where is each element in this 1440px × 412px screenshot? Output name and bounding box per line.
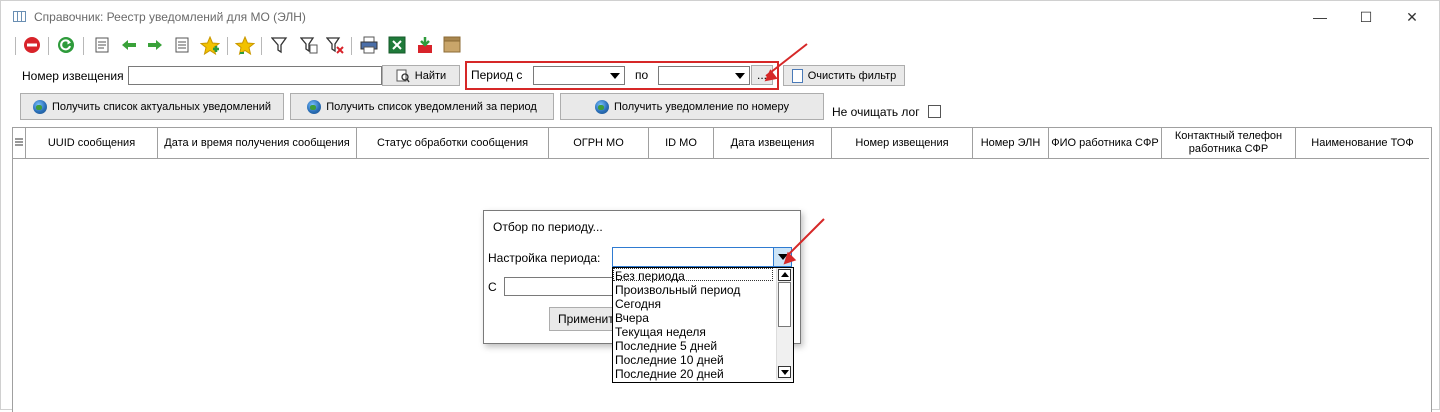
column-header[interactable]: Дата извещения (714, 128, 832, 159)
scroll-up-button[interactable] (778, 269, 791, 281)
clear-filter-icon (791, 68, 803, 83)
column-header[interactable]: Наименование ТОФ (1296, 128, 1429, 159)
minimize-button[interactable]: — (1297, 5, 1343, 29)
filter-edit-icon[interactable] (299, 36, 319, 56)
clear-filter-button[interactable]: Очистить фильтр (783, 65, 905, 86)
column-header[interactable]: Дата и время получения сообщения (158, 128, 357, 159)
globe-icon (594, 99, 609, 114)
column-header[interactable]: Статус обработки сообщения (357, 128, 549, 159)
toolbar (1, 33, 1439, 61)
highlight-box (465, 61, 779, 90)
column-header[interactable]: Номер ЭЛН (973, 128, 1049, 159)
toolbar-separator (83, 37, 84, 55)
window-title: Справочник: Реестр уведомлений для МО (Э… (34, 10, 306, 24)
toolbar-separator (351, 37, 352, 55)
period-setting-label: Настройка периода: (488, 251, 601, 265)
arrow-right-icon[interactable] (145, 36, 165, 56)
stop-icon[interactable] (22, 36, 42, 56)
from-date-label: С (488, 280, 497, 294)
get-period-notices-label: Получить список уведомлений за период (326, 100, 537, 113)
title-bar: Справочник: Реестр уведомлений для МО (Э… (1, 1, 1439, 33)
print-icon[interactable] (359, 36, 379, 56)
find-icon (396, 69, 410, 82)
list-item[interactable]: Последние 10 дней (615, 353, 724, 367)
notice-number-input[interactable] (128, 66, 382, 85)
period-setting-combo[interactable] (612, 247, 792, 267)
find-button-label: Найти (414, 69, 447, 82)
list-item[interactable]: Текущая неделя (615, 325, 706, 339)
find-button[interactable]: Найти (382, 65, 460, 86)
get-notice-by-number-button[interactable]: Получить уведомление по номеру (560, 93, 824, 120)
list-item[interactable]: Произвольный период (615, 283, 740, 297)
toolbar-separator (227, 37, 228, 55)
chevron-down-icon (781, 370, 789, 375)
list-item[interactable]: Последние 20 дней (615, 367, 724, 381)
globe-icon (307, 99, 322, 114)
scrollbar[interactable] (776, 268, 793, 380)
filter-clear-icon[interactable] (325, 36, 345, 56)
export-dbf-icon[interactable] (415, 36, 435, 56)
column-header[interactable]: UUID сообщения (26, 128, 158, 159)
period-options-list[interactable]: Без периода Произвольный период Сегодня … (612, 267, 794, 383)
globe-icon (32, 99, 47, 114)
document-list-icon[interactable] (173, 36, 193, 56)
properties-icon[interactable] (93, 36, 113, 56)
main-window: Справочник: Реестр уведомлений для МО (Э… (0, 0, 1440, 412)
add-star-icon[interactable] (199, 35, 221, 56)
list-item[interactable]: Сегодня (615, 297, 661, 311)
dialog-title: Отбор по периоду... (493, 220, 603, 234)
scroll-down-button[interactable] (778, 366, 791, 378)
list-item[interactable]: Последние 5 дней (615, 339, 717, 353)
toolbar-separator (15, 37, 16, 55)
get-period-notices-button[interactable]: Получить список уведомлений за период (290, 93, 554, 120)
refresh-icon[interactable] (56, 36, 76, 56)
notice-number-label: Номер извещения (22, 69, 124, 83)
column-header[interactable]: Номер извещения (832, 128, 973, 159)
from-date-input[interactable] (504, 277, 624, 296)
excel-icon[interactable] (387, 36, 407, 56)
close-button[interactable]: ✕ (1389, 5, 1435, 29)
arrow-left-icon[interactable] (119, 36, 139, 56)
column-header[interactable]: ID МО (649, 128, 714, 159)
clear-filter-label: Очистить фильтр (807, 69, 897, 82)
selected-item-focus (613, 268, 773, 281)
chevron-up-icon (781, 272, 789, 277)
favorite-icon[interactable] (234, 35, 256, 56)
column-chooser-icon[interactable] (13, 128, 26, 159)
maximize-button[interactable]: ☐ (1343, 5, 1389, 29)
filter-icon[interactable] (270, 36, 290, 56)
get-actual-notices-label: Получить список актуальных уведомлений (51, 100, 272, 113)
scroll-thumb[interactable] (778, 282, 791, 327)
column-header[interactable]: Контактный телефон работника СФР (1162, 128, 1296, 159)
table-icon (13, 11, 26, 22)
list-item[interactable]: Вчера (615, 311, 649, 325)
toolbar-separator (261, 37, 262, 55)
get-notice-by-number-label: Получить уведомление по номеру (613, 100, 790, 113)
toolbar-separator (48, 37, 49, 55)
keep-log-checkbox[interactable] (928, 105, 941, 118)
archive-icon[interactable] (442, 36, 462, 56)
column-header[interactable]: ФИО работника СФР (1049, 128, 1162, 159)
column-header[interactable]: ОГРН МО (549, 128, 649, 159)
keep-log-label: Не очищать лог (832, 105, 920, 119)
get-actual-notices-button[interactable]: Получить список актуальных уведомлений (20, 93, 284, 120)
